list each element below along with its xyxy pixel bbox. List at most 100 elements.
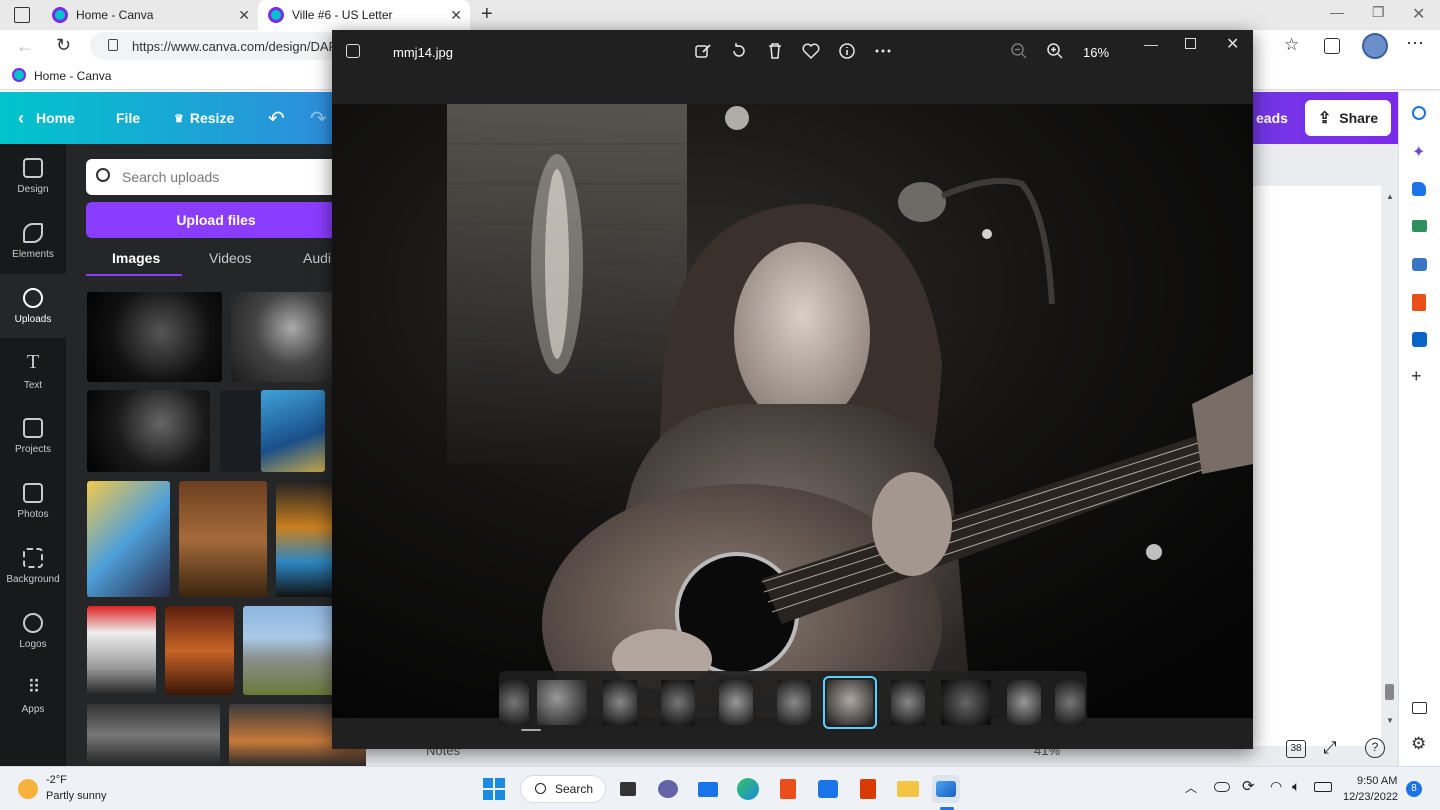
upload-thumbnail[interactable]: [87, 390, 210, 472]
mail-icon[interactable]: [694, 775, 722, 803]
close-tab-icon[interactable]: ✕: [450, 7, 462, 24]
games-icon[interactable]: [1412, 258, 1427, 271]
new-tab-icon[interactable]: +: [481, 3, 493, 26]
taskbar-search[interactable]: Search: [520, 775, 606, 803]
maximize-viewer-icon[interactable]: [1185, 38, 1196, 49]
file-button[interactable]: File: [116, 92, 140, 144]
tab-images[interactable]: Images: [112, 250, 160, 266]
rail-item-uploads[interactable]: Uploads: [0, 274, 66, 338]
upload-thumbnail[interactable]: [87, 481, 170, 597]
scrollbar-thumb[interactable]: [1385, 684, 1394, 700]
scroll-down-icon[interactable]: ▼: [1386, 716, 1394, 725]
filmstrip-thumbnail[interactable]: [719, 680, 753, 725]
outlook-icon[interactable]: [1412, 332, 1427, 347]
undo-icon[interactable]: ↶: [268, 106, 285, 131]
canvas-page[interactable]: [1253, 186, 1381, 746]
edge-browser-icon[interactable]: [734, 775, 762, 803]
rail-item-projects[interactable]: Projects: [0, 404, 66, 468]
search-icon[interactable]: [1412, 106, 1426, 120]
edit-image-icon[interactable]: [694, 42, 714, 62]
gallery-icon[interactable]: [346, 44, 360, 58]
tab-actions-icon[interactable]: [14, 7, 30, 23]
office-icon[interactable]: [1412, 294, 1426, 311]
sync-icon[interactable]: ⟳: [1242, 777, 1255, 795]
minimize-viewer-icon[interactable]: —: [1144, 36, 1158, 52]
rail-item-elements[interactable]: Elements: [0, 209, 66, 273]
zoom-out-icon[interactable]: [1010, 42, 1030, 62]
favorite-heart-icon[interactable]: [802, 42, 822, 62]
page-count-badge[interactable]: 38: [1286, 740, 1306, 758]
upload-thumbnail[interactable]: [87, 704, 220, 766]
task-view-icon[interactable]: [614, 775, 642, 803]
fullscreen-icon[interactable]: ⤢: [1323, 738, 1337, 758]
rail-item-photos[interactable]: Photos: [0, 469, 66, 533]
show-hidden-icons-chevron-up-icon[interactable]: ︿: [1185, 779, 1197, 796]
filmstrip-thumbnail[interactable]: [891, 680, 925, 725]
teams-chat-icon[interactable]: [654, 775, 682, 803]
minimize-browser-icon[interactable]: —: [1330, 4, 1344, 20]
copilot-icon[interactable]: ✦: [1412, 142, 1425, 162]
filmstrip-thumbnail[interactable]: [1055, 680, 1085, 725]
share-button[interactable]: ⇪ Share: [1305, 100, 1391, 136]
rail-item-design[interactable]: Design: [0, 144, 66, 208]
tab-videos[interactable]: Videos: [209, 250, 252, 266]
upload-thumbnail[interactable]: [165, 606, 234, 695]
delete-icon[interactable]: [766, 42, 786, 62]
redo-icon[interactable]: ↷: [310, 106, 327, 131]
tools-icon[interactable]: [1412, 220, 1427, 232]
shopping-tag-icon[interactable]: [1412, 182, 1426, 196]
upload-thumbnail[interactable]: [220, 390, 260, 472]
url-field[interactable]: https://www.canva.com/design/DAF: [90, 32, 340, 60]
rotate-icon[interactable]: [730, 42, 750, 62]
filmstrip-scroll-indicator[interactable]: [521, 729, 541, 731]
weather-widget[interactable]: -2°F Partly sunny: [18, 773, 138, 805]
wifi-icon[interactable]: ◠: [1270, 778, 1282, 795]
more-icon[interactable]: ⋯: [1406, 33, 1424, 54]
rail-item-logos[interactable]: Logos: [0, 599, 66, 663]
rail-item-background[interactable]: Background: [0, 534, 66, 598]
close-browser-icon[interactable]: ✕: [1412, 4, 1425, 24]
help-icon[interactable]: ?: [1365, 738, 1385, 758]
file-explorer-icon[interactable]: [894, 775, 922, 803]
add-icon[interactable]: +: [1411, 366, 1422, 387]
filmstrip-thumbnail[interactable]: [661, 680, 695, 725]
close-viewer-icon[interactable]: ✕: [1226, 34, 1239, 54]
back-icon[interactable]: ←: [16, 36, 34, 57]
filmstrip-thumbnail-selected[interactable]: [823, 676, 877, 729]
upload-thumbnail[interactable]: [87, 292, 222, 382]
tab-home-canva[interactable]: Home - Canva ✕: [42, 0, 258, 30]
windows-start-icon[interactable]: [480, 775, 508, 803]
resize-button[interactable]: ♛ Resize: [174, 92, 234, 144]
profile-avatar[interactable]: [1362, 33, 1388, 59]
volume-icon[interactable]: 🔈︎: [1292, 778, 1300, 795]
upload-thumbnail[interactable]: [87, 606, 156, 695]
refresh-icon[interactable]: ↻: [56, 35, 71, 56]
office-icon[interactable]: [774, 775, 802, 803]
clock-date[interactable]: 12/23/2022: [1343, 791, 1398, 803]
collections-icon[interactable]: [1324, 38, 1340, 54]
store-icon[interactable]: [814, 775, 842, 803]
filmstrip-thumbnail[interactable]: [941, 680, 991, 725]
restore-browser-icon[interactable]: ❐: [1372, 4, 1385, 21]
info-icon[interactable]: [838, 42, 858, 62]
upload-thumbnail[interactable]: [261, 390, 325, 472]
filmstrip-thumbnail[interactable]: [777, 680, 811, 725]
filmstrip-thumbnail[interactable]: [603, 680, 637, 725]
favorite-home-canva[interactable]: Home - Canva: [34, 69, 111, 83]
filmstrip-thumbnail[interactable]: [499, 680, 529, 725]
home-button[interactable]: ‹ Home: [18, 92, 75, 144]
tab-audio[interactable]: Audi: [303, 250, 331, 266]
rail-item-apps[interactable]: ⠿ Apps: [0, 664, 66, 728]
office-icon-2[interactable]: [854, 775, 882, 803]
tab-ville[interactable]: Ville #6 - US Letter ✕: [258, 0, 470, 30]
photos-app-icon[interactable]: [932, 775, 960, 803]
notes-label[interactable]: Notes: [426, 749, 460, 758]
settings-gear-icon[interactable]: ⚙: [1411, 734, 1426, 754]
scroll-up-icon[interactable]: ▲: [1386, 192, 1394, 201]
rail-item-text[interactable]: T Text: [0, 339, 66, 403]
close-tab-icon[interactable]: ✕: [238, 7, 250, 24]
onedrive-icon[interactable]: [1214, 782, 1230, 792]
favorites-star-icon[interactable]: ☆: [1284, 35, 1299, 55]
main-photo[interactable]: [332, 104, 1253, 718]
clock-time[interactable]: 9:50 AM: [1357, 775, 1397, 787]
